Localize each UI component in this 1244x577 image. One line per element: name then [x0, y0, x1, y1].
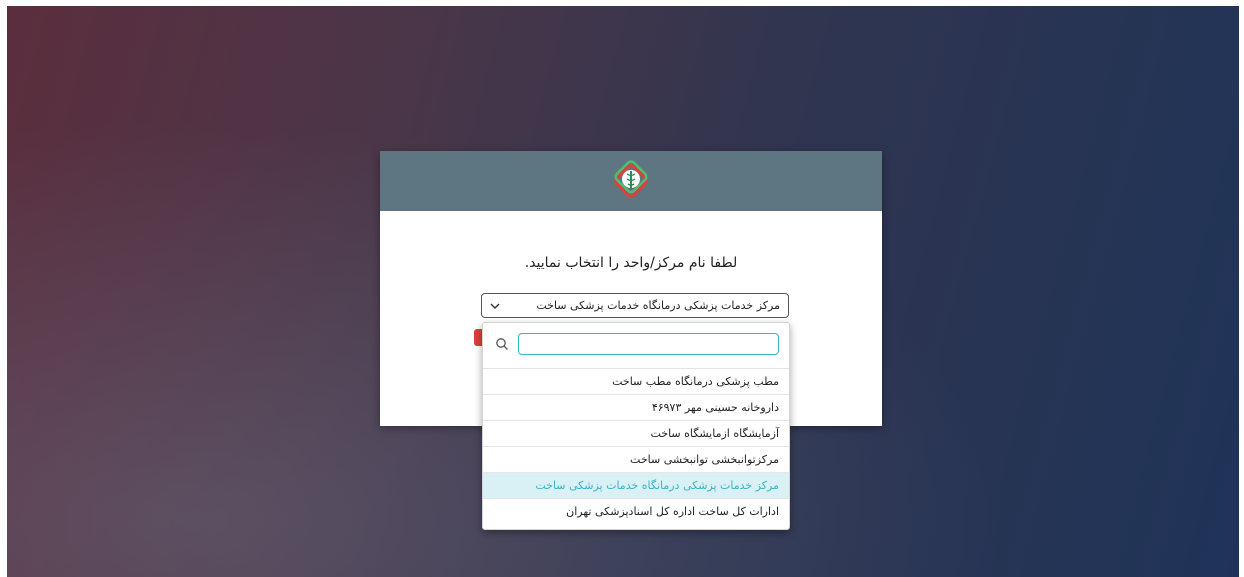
dropdown-option[interactable]: آزمایشگاه ازمایشگاه ساخت — [483, 421, 789, 447]
dropdown-option[interactable]: ادارات کل ساخت اداره کل اسنادپزشکی تهران — [483, 499, 789, 525]
card-header — [380, 151, 882, 211]
center-dropdown: مطب پزشکی درمانگاه مطب ساخت داروخانه حسی… — [482, 322, 790, 530]
dropdown-search-input[interactable] — [518, 333, 779, 355]
dropdown-option[interactable]: مطب پزشکی درمانگاه مطب ساخت — [483, 369, 789, 395]
center-select[interactable]: مرکز خدمات پزشکی درمانگاه خدمات پزشکی سا… — [481, 293, 789, 318]
center-select-value: مرکز خدمات پزشکی درمانگاه خدمات پزشکی سا… — [536, 299, 780, 312]
dropdown-option[interactable]: داروخانه حسینی مهر ۴۶۹۷۳ — [483, 395, 789, 421]
medical-caduceus-logo — [614, 160, 648, 198]
page-title: لطفا نام مرکز/واحد را انتخاب نمایید. — [524, 255, 738, 271]
dropdown-option-selected[interactable]: مرکز خدمات پزشکی درمانگاه خدمات پزشکی سا… — [483, 473, 789, 499]
dropdown-search-row — [483, 323, 789, 369]
search-icon — [496, 338, 508, 350]
chevron-down-icon[interactable] — [489, 294, 501, 317]
dropdown-option[interactable]: مرکزتوانبخشی توانبخشی ساخت — [483, 447, 789, 473]
